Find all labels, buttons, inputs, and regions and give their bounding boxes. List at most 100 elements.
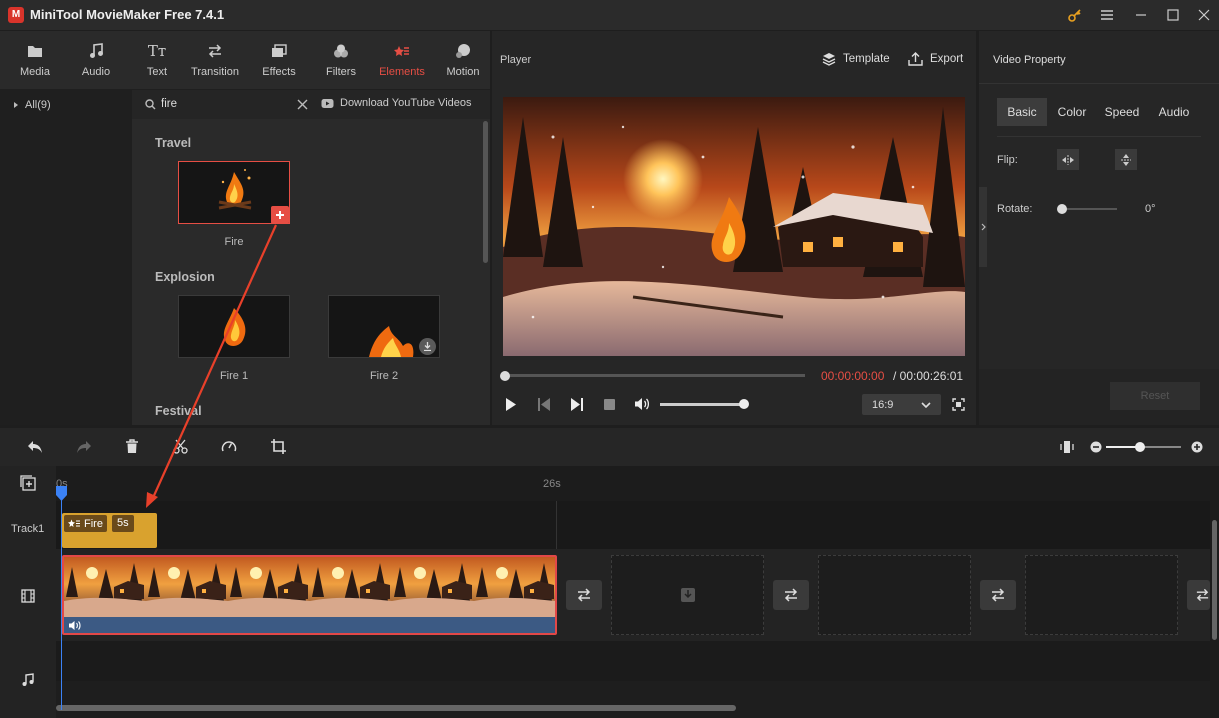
tab-elements[interactable]: Elements	[371, 31, 433, 89]
clip-volume-icon[interactable]	[68, 620, 81, 631]
stop-icon[interactable]	[604, 399, 615, 410]
menu-icon[interactable]	[1090, 0, 1124, 30]
video-preview[interactable]	[503, 97, 965, 356]
tab-audio-label: Audio	[81, 66, 111, 78]
tab-filters[interactable]: Filters	[310, 31, 372, 89]
flip-horizontal-icon[interactable]	[1057, 149, 1079, 170]
video-clip-thumbnails	[64, 557, 555, 617]
transition-icon	[577, 588, 591, 602]
volume-slider-track[interactable]	[660, 403, 745, 406]
flip-vertical-icon[interactable]	[1115, 149, 1137, 170]
timeline-ruler[interactable]: 0s 26s	[0, 466, 1219, 501]
reset-button[interactable]: Reset	[1110, 382, 1200, 410]
transition-slot-button[interactable]	[566, 580, 602, 610]
add-track-icon[interactable]	[20, 475, 36, 491]
transition-slot-button[interactable]	[773, 580, 809, 610]
tab-text[interactable]: Tт Text	[126, 31, 188, 89]
element-fire2-label: Fire 2	[369, 370, 399, 382]
download-youtube-label: Download YouTube Videos	[340, 97, 472, 109]
element-clip[interactable]: Fire 5s	[62, 513, 157, 548]
fit-timeline-icon[interactable]	[1060, 440, 1074, 454]
previous-frame-icon[interactable]	[538, 398, 551, 411]
tab-media[interactable]: Media	[4, 31, 66, 89]
zoom-slider-handle[interactable]	[1135, 442, 1145, 452]
delete-icon[interactable]	[125, 439, 139, 454]
current-time: 00:00:00:00	[821, 369, 885, 383]
library-scrollbar[interactable]	[483, 121, 488, 263]
transition-icon	[991, 588, 1005, 602]
template-button[interactable]: Template	[822, 52, 890, 66]
transition-icon	[207, 42, 223, 60]
empty-clip-slot[interactable]	[818, 555, 971, 635]
zoom-out-icon[interactable]	[1090, 441, 1102, 453]
search-icon	[145, 99, 156, 110]
aspect-ratio-select[interactable]: 16:9	[862, 394, 941, 415]
text-icon: Tт	[147, 42, 167, 60]
volume-icon[interactable]	[634, 397, 650, 411]
tab-motion[interactable]: Motion	[432, 31, 494, 89]
key-icon[interactable]	[1058, 0, 1092, 30]
download-youtube-button[interactable]: Download YouTube Videos	[321, 97, 472, 109]
tab-speed[interactable]: Speed	[1097, 98, 1147, 126]
app-logo: M	[8, 7, 24, 23]
undo-icon[interactable]	[27, 440, 43, 454]
tab-effects[interactable]: Effects	[248, 31, 310, 89]
element-fire2-thumb[interactable]	[328, 295, 440, 358]
timeline-horizontal-scrollbar[interactable]	[56, 705, 736, 711]
plus-icon	[276, 211, 284, 219]
layers-icon	[822, 53, 836, 66]
section-title-festival: Festival	[155, 404, 202, 418]
element-fire1-thumb[interactable]	[178, 295, 290, 358]
track1-label: Track1	[11, 523, 45, 535]
split-scissors-icon[interactable]	[173, 439, 188, 454]
next-frame-icon[interactable]	[570, 398, 583, 411]
maximize-icon[interactable]	[1156, 0, 1190, 30]
video-clip[interactable]	[62, 555, 557, 635]
search-input[interactable]: fire	[161, 98, 177, 110]
volume-slider-handle[interactable]	[739, 399, 749, 409]
tab-transition[interactable]: Transition	[184, 31, 246, 89]
video-track-icon	[21, 589, 35, 603]
clear-search-icon[interactable]	[297, 99, 308, 110]
export-button[interactable]: Export	[908, 52, 963, 66]
playback-progress-handle[interactable]	[500, 371, 510, 381]
total-time: / 00:00:26:01	[893, 369, 964, 383]
zoom-in-icon[interactable]	[1191, 441, 1203, 453]
play-icon[interactable]	[505, 398, 517, 411]
tab-basic[interactable]: Basic	[997, 98, 1047, 126]
tab-transition-label: Transition	[191, 66, 239, 78]
caret-right-icon	[14, 102, 18, 108]
tab-audio-property[interactable]: Audio	[1147, 98, 1201, 126]
category-all[interactable]: All(9)	[12, 99, 51, 111]
fullscreen-icon[interactable]	[952, 398, 965, 411]
rotate-slider-track[interactable]	[1063, 208, 1117, 210]
empty-clip-slot[interactable]	[611, 555, 764, 635]
element-clip-tag: Fire	[64, 515, 107, 532]
playhead-handle[interactable]	[56, 486, 67, 501]
download-element-icon[interactable]	[419, 338, 436, 355]
collapse-panel-handle[interactable]	[979, 187, 987, 267]
close-icon[interactable]	[1187, 0, 1219, 30]
minimize-icon[interactable]	[1124, 0, 1158, 30]
property-title: Video Property	[993, 54, 1066, 66]
export-label: Export	[930, 53, 964, 65]
rotate-slider-handle[interactable]	[1057, 204, 1067, 214]
rotate-value: 0°	[1145, 203, 1156, 215]
effects-icon	[271, 42, 287, 60]
crop-icon[interactable]	[271, 439, 286, 454]
tab-text-label: Text	[146, 66, 168, 78]
tab-color[interactable]: Color	[1047, 98, 1097, 126]
tab-audio[interactable]: Audio	[65, 31, 127, 89]
add-element-button[interactable]	[271, 206, 289, 224]
transition-slot-button[interactable]	[1187, 580, 1210, 610]
filters-icon	[333, 42, 349, 60]
speed-icon[interactable]	[221, 439, 237, 454]
empty-clip-slot[interactable]	[1025, 555, 1178, 635]
transition-slot-button[interactable]	[980, 580, 1016, 610]
redo-icon[interactable]	[76, 440, 92, 454]
flip-label: Flip:	[997, 154, 1018, 166]
timeline-vertical-scrollbar[interactable]	[1212, 520, 1217, 640]
divider	[997, 136, 1201, 137]
playback-progress-track[interactable]	[505, 374, 805, 377]
track-end-marker	[556, 501, 557, 549]
